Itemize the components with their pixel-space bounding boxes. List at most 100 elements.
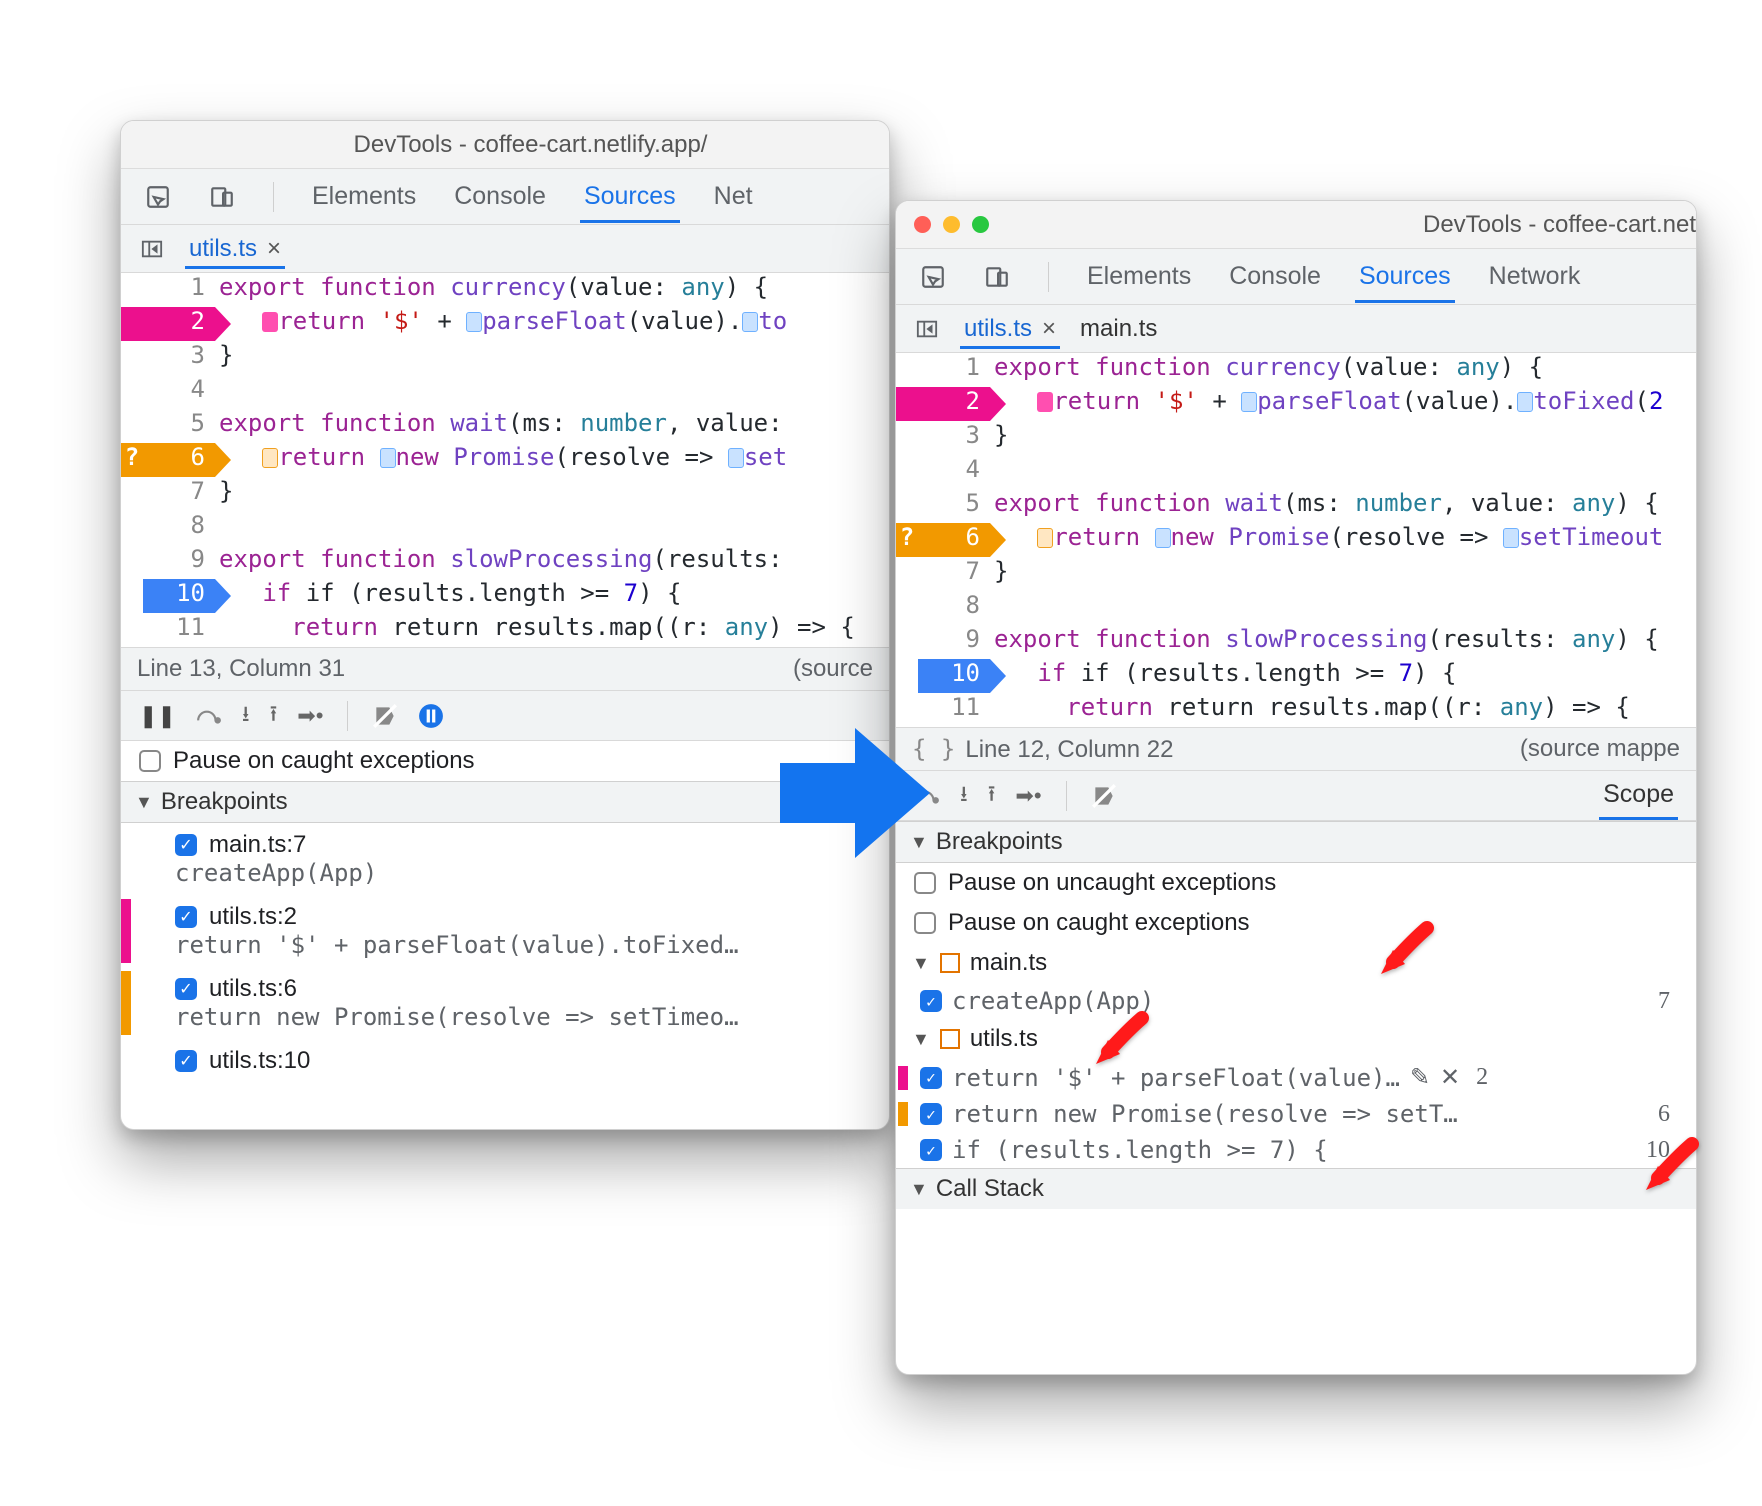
bp-item[interactable]: ✓utils.ts:6 return new Promise(resolve =…: [129, 967, 889, 1039]
tab-network[interactable]: Network: [1485, 250, 1585, 303]
filetab-utils[interactable]: utils.ts ×: [185, 229, 285, 269]
sourcemap-label: (source: [793, 655, 873, 683]
sourcemap-label: (source mappe: [1520, 735, 1680, 763]
bp-item[interactable]: ✓main.ts:7 createApp(App): [129, 823, 889, 895]
step-into-icon[interactable]: ⭳: [960, 777, 968, 815]
step-out-icon[interactable]: ⭱: [270, 697, 278, 735]
tab-elements[interactable]: Elements: [308, 170, 420, 223]
file-icon: [940, 1029, 960, 1049]
bp-group-main[interactable]: ▼main.ts: [896, 943, 1696, 983]
file-icon: [940, 953, 960, 973]
checkbox[interactable]: [914, 912, 936, 934]
devtools-window-after: DevTools - coffee-cart.net Elements Cons…: [895, 200, 1697, 1375]
minimize-dot[interactable]: [168, 136, 185, 153]
scope-tab[interactable]: Scope: [1599, 772, 1678, 820]
filetab-utils[interactable]: utils.ts ×: [960, 309, 1060, 349]
inline-bp-icon[interactable]: [742, 312, 758, 332]
checkbox[interactable]: ✓: [920, 990, 942, 1012]
checkbox[interactable]: ✓: [175, 834, 197, 856]
inline-bp-icon[interactable]: [1241, 392, 1257, 412]
bp-line[interactable]: ✓ return '$' + parseFloat(value)… ✎ ✕ 2: [896, 1059, 1696, 1096]
pause-uncaught-row[interactable]: Pause on uncaught exceptions: [896, 863, 1696, 903]
tab-sources[interactable]: Sources: [580, 170, 680, 223]
devtools-window-before: DevTools - coffee-cart.netlify.app/ Elem…: [120, 120, 890, 1130]
window-title: DevTools - coffee-cart.netlify.app/: [232, 131, 889, 159]
checkbox[interactable]: ✓: [920, 1139, 942, 1161]
filetab-main[interactable]: main.ts: [1076, 309, 1161, 349]
maximize-dot[interactable]: [197, 136, 214, 153]
cond-bp-icon: [262, 448, 278, 468]
navigator-toggle-icon[interactable]: [910, 312, 944, 346]
navigator-toggle-icon[interactable]: [135, 232, 169, 266]
checkbox[interactable]: ✓: [920, 1067, 942, 1089]
maximize-dot[interactable]: [972, 216, 989, 233]
expand-icon: ▼: [910, 1179, 928, 1200]
step-icon[interactable]: ➡•: [1015, 783, 1041, 809]
bp-line[interactable]: ✓ if (results.length >= 7) { 10: [896, 1132, 1696, 1168]
inline-bp-icon[interactable]: [1155, 528, 1171, 548]
bp-line[interactable]: ✓ return new Promise(resolve => setT… 6: [896, 1096, 1696, 1132]
inline-bp-icon[interactable]: [1503, 528, 1519, 548]
deactivate-bp-icon[interactable]: [1091, 783, 1117, 809]
inline-bp-icon[interactable]: [466, 312, 482, 332]
pause-exceptions-icon[interactable]: [418, 703, 444, 729]
pause-caught-label: Pause on caught exceptions: [948, 909, 1250, 937]
checkbox[interactable]: [139, 750, 161, 772]
bp-item[interactable]: ✓utils.ts:10: [129, 1039, 889, 1083]
titlebar[interactable]: DevTools - coffee-cart.netlify.app/: [121, 121, 889, 169]
checkbox[interactable]: ✓: [175, 1050, 197, 1072]
annotation-arrow-icon: [1640, 1136, 1700, 1196]
checkbox[interactable]: ✓: [920, 1103, 942, 1125]
breakpoints-header[interactable]: ▼Breakpoints: [896, 821, 1696, 863]
inspect-icon[interactable]: [916, 260, 950, 294]
divider: [1066, 781, 1067, 811]
tab-sources[interactable]: Sources: [1355, 250, 1455, 303]
code-editor[interactable]: 1export function currency(value: any) { …: [896, 353, 1696, 727]
debug-toolbar: ❚❚ ⭳ ⭱ ➡•: [121, 691, 889, 741]
edit-icon[interactable]: ✎: [1410, 1063, 1430, 1092]
inline-bp-icon[interactable]: [380, 448, 396, 468]
expand-icon: ▼: [135, 792, 153, 813]
close-dot[interactable]: [139, 136, 156, 153]
checkbox[interactable]: ✓: [175, 906, 197, 928]
checkbox[interactable]: [914, 872, 936, 894]
tab-network[interactable]: Net: [710, 170, 757, 223]
tab-console[interactable]: Console: [450, 170, 550, 223]
tab-console[interactable]: Console: [1225, 250, 1325, 303]
divider: [1048, 262, 1049, 292]
close-icon[interactable]: ×: [1042, 315, 1056, 343]
bp-item[interactable]: ✓utils.ts:2 return '$' + parseFloat(valu…: [129, 895, 889, 967]
pause-caught-row[interactable]: Pause on caught exceptions: [121, 741, 889, 781]
deactivate-bp-icon[interactable]: [372, 703, 398, 729]
pause-caught-row[interactable]: Pause on caught exceptions: [896, 903, 1696, 943]
titlebar[interactable]: DevTools - coffee-cart.net: [896, 201, 1696, 249]
annotation-arrow-icon: [1090, 1010, 1150, 1070]
status-bar: Line 13, Column 31 (source: [121, 647, 889, 691]
expand-icon: ▼: [912, 953, 930, 974]
step-over-icon[interactable]: [196, 706, 222, 726]
minimize-dot[interactable]: [943, 216, 960, 233]
tab-elements[interactable]: Elements: [1083, 250, 1195, 303]
breakpoints-header[interactable]: ▼Breakpoints: [121, 781, 889, 823]
panel-tabs: Elements Console Sources Network: [896, 249, 1696, 305]
step-out-icon[interactable]: ⭱: [988, 777, 996, 815]
checkbox[interactable]: ✓: [175, 978, 197, 1000]
code-editor[interactable]: 1export function currency(value: any) { …: [121, 273, 889, 647]
bp-group-utils[interactable]: ▼utils.ts: [896, 1019, 1696, 1059]
remove-icon[interactable]: ✕: [1440, 1063, 1460, 1092]
device-toggle-icon[interactable]: [980, 260, 1014, 294]
inspect-icon[interactable]: [141, 180, 175, 214]
close-icon[interactable]: ×: [267, 235, 281, 263]
pause-icon[interactable]: ❚❚: [139, 703, 176, 729]
device-toggle-icon[interactable]: [205, 180, 239, 214]
bp-line[interactable]: ✓ createApp(App) 7: [896, 983, 1696, 1019]
status-bar: { }Line 12, Column 22 (source mappe: [896, 727, 1696, 771]
step-icon[interactable]: ➡•: [297, 703, 323, 729]
annotation-arrow-icon: [1375, 920, 1435, 980]
inline-bp-icon[interactable]: [728, 448, 744, 468]
inline-bp-icon[interactable]: [1517, 392, 1533, 412]
callstack-header[interactable]: ▼Call Stack: [896, 1168, 1696, 1209]
close-dot[interactable]: [914, 216, 931, 233]
debug-toolbar: ⭳ ⭱ ➡• Scope: [896, 771, 1696, 821]
step-into-icon[interactable]: ⭳: [242, 697, 250, 735]
